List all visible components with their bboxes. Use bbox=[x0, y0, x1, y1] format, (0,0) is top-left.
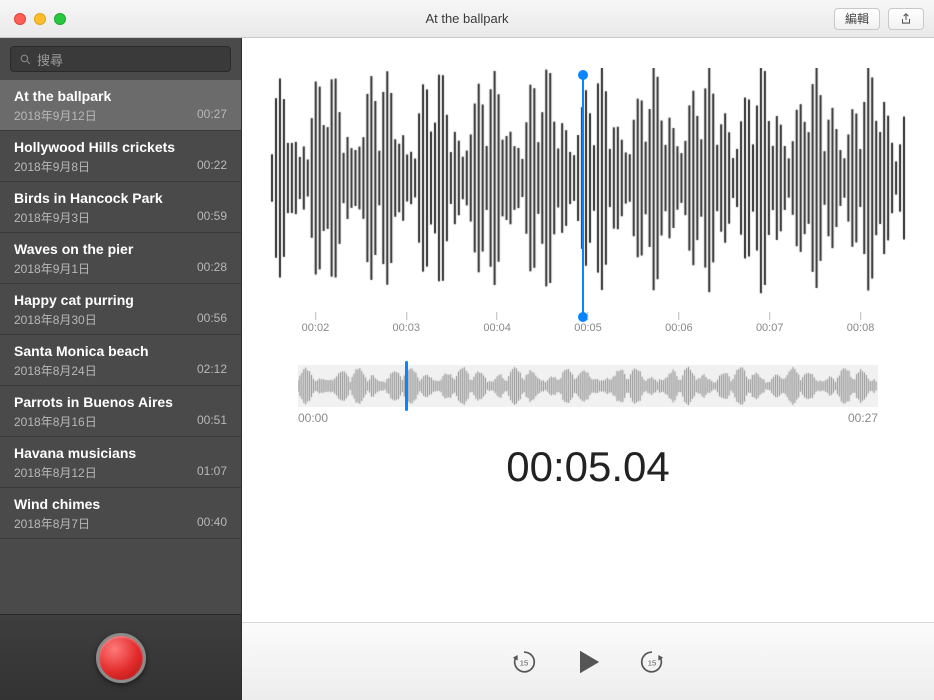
recording-date: 2018年8月30日 bbox=[14, 311, 97, 328]
recording-date: 2018年8月7日 bbox=[14, 515, 90, 532]
title-bar: At the ballpark 編輯 bbox=[0, 0, 934, 38]
skip-back-icon: 15 bbox=[510, 648, 538, 676]
waveform-overview[interactable]: 00:00 00:27 bbox=[298, 365, 878, 425]
sidebar: 搜尋 At the ballpark 2018年9月12日 00:27 Hollywo… bbox=[0, 38, 242, 700]
window-title: At the ballpark bbox=[0, 11, 934, 26]
recording-title: Birds in Hancock Park bbox=[14, 190, 227, 206]
recording-date: 2018年9月3日 bbox=[14, 209, 90, 226]
overview-start-time: 00:00 bbox=[298, 411, 328, 425]
timeline-ruler: 00:02 00:03 00:04 00:05 00:06 00:07 00:08 bbox=[270, 312, 906, 342]
ruler-tick: 00:04 bbox=[483, 312, 511, 334]
recording-duration: 00:22 bbox=[197, 158, 227, 175]
recording-date: 2018年9月12日 bbox=[14, 107, 97, 124]
recording-item[interactable]: At the ballpark 2018年9月12日 00:27 bbox=[0, 80, 241, 131]
playhead-detail[interactable] bbox=[582, 76, 584, 316]
record-footer bbox=[0, 614, 241, 700]
skip-forward-icon: 15 bbox=[638, 648, 666, 676]
recording-duration: 00:27 bbox=[197, 107, 227, 124]
recording-title: Parrots in Buenos Aires bbox=[14, 394, 227, 410]
recording-date: 2018年9月8日 bbox=[14, 158, 90, 175]
ruler-tick: 00:08 bbox=[847, 312, 875, 334]
skip-forward-15-button[interactable]: 15 bbox=[638, 648, 666, 676]
ruler-tick: 00:03 bbox=[393, 312, 421, 334]
playhead-overview[interactable] bbox=[405, 361, 408, 411]
recording-item[interactable]: Birds in Hancock Park 2018年9月3日 00:59 bbox=[0, 182, 241, 233]
ruler-tick: 00:07 bbox=[756, 312, 784, 334]
recording-title: At the ballpark bbox=[14, 88, 227, 104]
recording-duration: 01:07 bbox=[197, 464, 227, 481]
playback-controls: 15 15 bbox=[242, 622, 934, 700]
record-button[interactable] bbox=[96, 633, 146, 683]
main-panel: 00:02 00:03 00:04 00:05 00:06 00:07 00:08 00:0… bbox=[242, 38, 934, 700]
recording-item[interactable]: Parrots in Buenos Aires 2018年8月16日 00:51 bbox=[0, 386, 241, 437]
recording-title: Hollywood Hills crickets bbox=[14, 139, 227, 155]
recording-title: Havana musicians bbox=[14, 445, 227, 461]
play-button[interactable] bbox=[572, 646, 604, 678]
ruler-tick: 00:05 bbox=[574, 312, 602, 334]
recording-title: Happy cat purring bbox=[14, 292, 227, 308]
recording-duration: 00:28 bbox=[197, 260, 227, 277]
playhead-dot-top bbox=[578, 70, 588, 80]
search-icon bbox=[19, 53, 32, 66]
svg-text:15: 15 bbox=[648, 658, 657, 667]
recording-item[interactable]: Havana musicians 2018年8月12日 01:07 bbox=[0, 437, 241, 488]
search-input[interactable]: 搜尋 bbox=[10, 46, 231, 72]
recording-date: 2018年9月1日 bbox=[14, 260, 90, 277]
recording-item[interactable]: Hollywood Hills crickets 2018年9月8日 00:22 bbox=[0, 131, 241, 182]
waveform-detail[interactable]: 00:02 00:03 00:04 00:05 00:06 00:07 00:08 bbox=[270, 68, 906, 340]
recording-duration: 00:51 bbox=[197, 413, 227, 430]
recording-duration: 00:59 bbox=[197, 209, 227, 226]
recording-title: Wind chimes bbox=[14, 496, 227, 512]
recording-item[interactable]: Waves on the pier 2018年9月1日 00:28 bbox=[0, 233, 241, 284]
svg-text:15: 15 bbox=[520, 658, 529, 667]
recording-date: 2018年8月16日 bbox=[14, 413, 97, 430]
ruler-tick: 00:02 bbox=[302, 312, 330, 334]
recordings-list: At the ballpark 2018年9月12日 00:27 Hollywood … bbox=[0, 80, 241, 614]
overview-end-time: 00:27 bbox=[848, 411, 878, 425]
waveform-canvas bbox=[270, 68, 906, 308]
recording-date: 2018年8月24日 bbox=[14, 362, 97, 379]
recording-title: Waves on the pier bbox=[14, 241, 227, 257]
recording-duration: 00:56 bbox=[197, 311, 227, 328]
recording-date: 2018年8月12日 bbox=[14, 464, 97, 481]
recording-item[interactable]: Santa Monica beach 2018年8月24日 02:12 bbox=[0, 335, 241, 386]
recording-duration: 02:12 bbox=[197, 362, 227, 379]
skip-back-15-button[interactable]: 15 bbox=[510, 648, 538, 676]
current-time-display: 00:05.04 bbox=[270, 443, 906, 491]
overview-canvas bbox=[298, 365, 878, 407]
play-icon bbox=[572, 646, 604, 678]
ruler-tick: 00:06 bbox=[665, 312, 693, 334]
search-placeholder: 搜尋 bbox=[37, 50, 63, 69]
recording-item[interactable]: Wind chimes 2018年8月7日 00:40 bbox=[0, 488, 241, 539]
recording-title: Santa Monica beach bbox=[14, 343, 227, 359]
recording-duration: 00:40 bbox=[197, 515, 227, 532]
recording-item[interactable]: Happy cat purring 2018年8月30日 00:56 bbox=[0, 284, 241, 335]
